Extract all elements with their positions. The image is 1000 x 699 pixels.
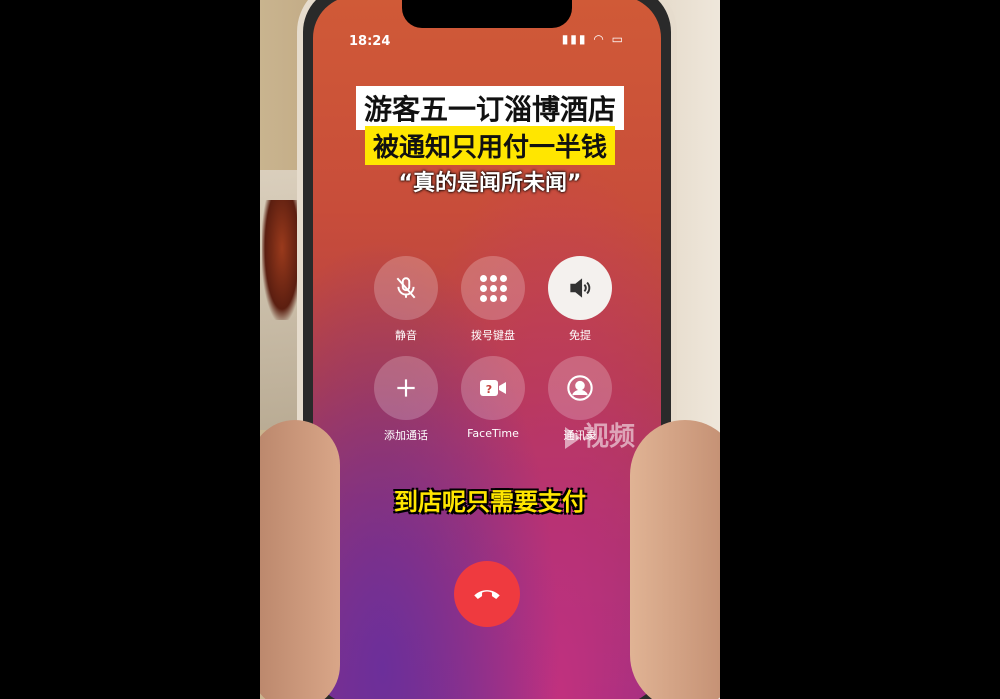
plus-icon (374, 356, 438, 420)
play-logo-icon (565, 426, 581, 449)
battery-icon: ▭ (611, 32, 625, 46)
status-icons: ▮▮▮ ◠ ▭ (562, 32, 625, 46)
left-hand (260, 420, 340, 699)
end-call-button[interactable] (454, 561, 520, 627)
subtitle: 到店呢只需要支付 (394, 488, 586, 516)
caption-line-2: 被通知只用付一半钱 (364, 126, 616, 165)
food-plate (262, 200, 302, 320)
svg-text:?: ? (486, 383, 492, 396)
hang-up-icon (474, 590, 500, 599)
mute-button[interactable]: 静音 (373, 256, 439, 343)
facetime-label: FaceTime (467, 427, 519, 440)
speaker-label: 免提 (569, 329, 591, 342)
video-frame: 18:24 ▮▮▮ ◠ ▭ 95010 静音 (260, 0, 720, 699)
add-call-button[interactable]: 添加通话 (373, 356, 439, 443)
speaker-icon (548, 256, 612, 320)
add-call-label: 添加通话 (384, 429, 428, 442)
contacts-icon (548, 356, 612, 420)
watermark: 视频 (565, 416, 635, 453)
keypad-button[interactable]: 拨号键盘 (460, 256, 526, 343)
caption-line-3: “真的是闻所未闻” (398, 171, 582, 196)
status-time: 18:24 (349, 34, 391, 49)
signal-icon: ▮▮▮ (561, 32, 588, 46)
right-hand (630, 420, 720, 699)
facetime-icon: ? (461, 356, 525, 420)
mic-muted-icon (374, 256, 438, 320)
watermark-text: 视频 (583, 422, 636, 452)
facetime-button[interactable]: ? FaceTime (460, 356, 526, 440)
speaker-button[interactable]: 免提 (547, 256, 613, 343)
caption-line-1: 游客五一订淄博酒店 (355, 86, 625, 130)
notch (402, 0, 572, 28)
keypad-icon (461, 256, 525, 320)
keypad-label: 拨号键盘 (471, 329, 515, 342)
mute-label: 静音 (395, 329, 417, 342)
wifi-icon: ◠ (593, 32, 606, 46)
